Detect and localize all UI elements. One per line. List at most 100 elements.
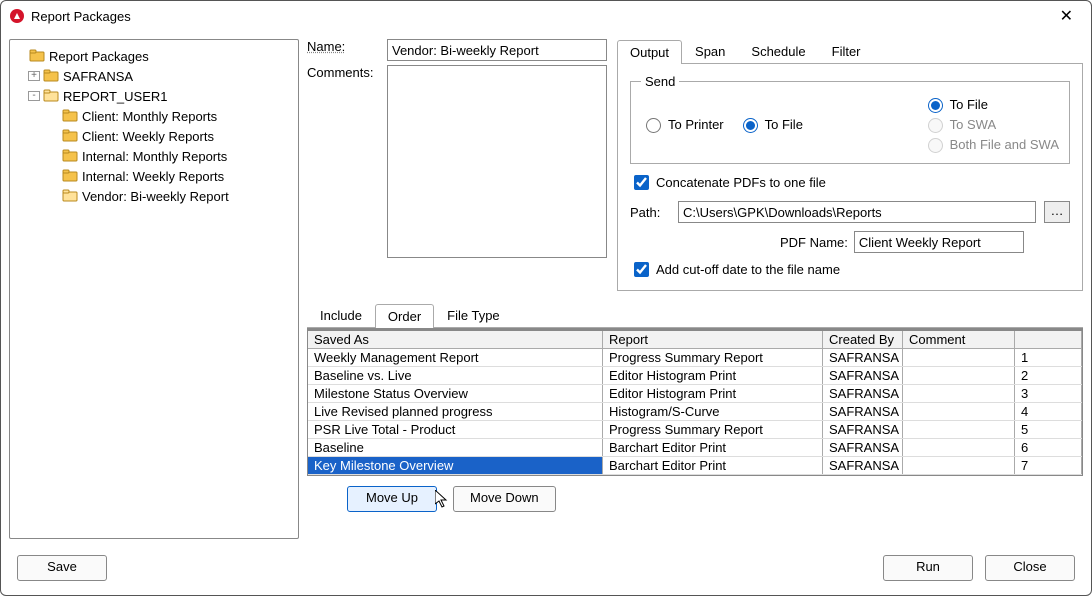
tree-leaf-label: Vendor: Bi-weekly Report xyxy=(82,189,229,204)
tree-leaf[interactable]: Internal: Monthly Reports xyxy=(14,146,294,166)
tree-root-label: Report Packages xyxy=(49,49,149,64)
table-row[interactable]: Key Milestone OverviewBarchart Editor Pr… xyxy=(308,457,1082,475)
cell-created: SAFRANSA xyxy=(823,385,903,402)
cell-created: SAFRANSA xyxy=(823,457,903,474)
tree-leaf[interactable]: Internal: Weekly Reports xyxy=(14,166,294,186)
cell-saved: Live Revised planned progress xyxy=(308,403,603,420)
lower-tabstrip: Include Order File Type xyxy=(307,303,1083,328)
table-row[interactable]: PSR Live Total - ProductProgress Summary… xyxy=(308,421,1082,439)
browse-button[interactable]: … xyxy=(1044,201,1070,223)
table-row[interactable]: Milestone Status OverviewEditor Histogra… xyxy=(308,385,1082,403)
moveup-button[interactable]: Move Up xyxy=(347,486,437,512)
comments-field[interactable] xyxy=(387,65,607,258)
cell-comment xyxy=(903,403,1015,420)
cell-created: SAFRANSA xyxy=(823,403,903,420)
cell-report: Barchart Editor Print xyxy=(603,457,823,474)
radio-to-file-left[interactable]: To File xyxy=(738,115,803,133)
cell-n: 4 xyxy=(1015,403,1082,420)
path-label: Path: xyxy=(630,205,670,220)
cell-report: Editor Histogram Print xyxy=(603,367,823,384)
cell-saved: Baseline vs. Live xyxy=(308,367,603,384)
radio-to-swa[interactable]: To SWA xyxy=(923,115,1059,133)
cell-saved: Milestone Status Overview xyxy=(308,385,603,402)
movedown-button[interactable]: Move Down xyxy=(453,486,556,512)
order-grid[interactable]: Saved As Report Created By Comment Weekl… xyxy=(307,328,1083,476)
cell-saved: Key Milestone Overview xyxy=(308,457,603,474)
tree-leaf[interactable]: Client: Weekly Reports xyxy=(14,126,294,146)
app-icon xyxy=(9,8,25,24)
tab-include[interactable]: Include xyxy=(307,303,375,327)
close-button[interactable]: Close xyxy=(985,555,1075,581)
chk-cutoff[interactable]: Add cut-off date to the file name xyxy=(630,259,840,280)
tab-filetype[interactable]: File Type xyxy=(434,303,513,327)
path-field[interactable] xyxy=(678,201,1036,223)
name-field[interactable] xyxy=(387,39,607,61)
tree-panel: Report Packages + SAFRANSA - REPORT_USER… xyxy=(9,39,299,539)
tree-node[interactable]: - REPORT_USER1 xyxy=(14,86,294,106)
run-button[interactable]: Run xyxy=(883,555,973,581)
cell-report: Barchart Editor Print xyxy=(603,439,823,456)
cell-n: 5 xyxy=(1015,421,1082,438)
cell-report: Progress Summary Report xyxy=(603,421,823,438)
tree-leaf[interactable]: Client: Monthly Reports xyxy=(14,106,294,126)
tree-leaf[interactable]: Vendor: Bi-weekly Report xyxy=(14,186,294,206)
cell-comment xyxy=(903,367,1015,384)
window-title: Report Packages xyxy=(31,9,1050,24)
cell-saved: PSR Live Total - Product xyxy=(308,421,603,438)
folder-icon xyxy=(62,129,78,143)
col-report[interactable]: Report xyxy=(603,331,823,348)
radio-to-printer[interactable]: To Printer xyxy=(641,115,724,133)
cell-n: 2 xyxy=(1015,367,1082,384)
tab-schedule[interactable]: Schedule xyxy=(738,39,818,63)
tree-node[interactable]: + SAFRANSA xyxy=(14,66,294,86)
radio-to-file-right[interactable]: To File xyxy=(923,95,1059,113)
folder-icon xyxy=(62,109,78,123)
chk-concatenate[interactable]: Concatenate PDFs to one file xyxy=(630,172,826,193)
save-button[interactable]: Save xyxy=(17,555,107,581)
tree-leaf-label: Client: Monthly Reports xyxy=(82,109,217,124)
tree-leaf-label: Internal: Weekly Reports xyxy=(82,169,224,184)
cell-comment xyxy=(903,439,1015,456)
folder-open-icon xyxy=(43,89,59,103)
tree-root[interactable]: Report Packages xyxy=(14,46,294,66)
folder-icon xyxy=(43,69,59,83)
cell-n: 6 xyxy=(1015,439,1082,456)
pdfname-field[interactable] xyxy=(854,231,1024,253)
expand-icon[interactable]: + xyxy=(28,71,40,81)
tab-order[interactable]: Order xyxy=(375,304,434,328)
cell-created: SAFRANSA xyxy=(823,439,903,456)
titlebar: Report Packages ✕ xyxy=(1,1,1091,31)
tab-output[interactable]: Output xyxy=(617,40,682,64)
table-row[interactable]: Weekly Management ReportProgress Summary… xyxy=(308,349,1082,367)
tab-span[interactable]: Span xyxy=(682,39,738,63)
col-saved[interactable]: Saved As xyxy=(308,331,603,348)
table-row[interactable]: Live Revised planned progressHistogram/S… xyxy=(308,403,1082,421)
send-legend: Send xyxy=(641,74,679,89)
cell-report: Progress Summary Report xyxy=(603,349,823,366)
cell-report: Editor Histogram Print xyxy=(603,385,823,402)
output-panel: Output Span Schedule Filter Send To Prin… xyxy=(617,39,1083,291)
table-row[interactable]: Baseline vs. LiveEditor Histogram PrintS… xyxy=(308,367,1082,385)
close-icon[interactable]: ✕ xyxy=(1050,2,1083,30)
cell-saved: Baseline xyxy=(308,439,603,456)
cursor-icon xyxy=(435,490,451,510)
cell-created: SAFRANSA xyxy=(823,421,903,438)
form-panel: Name: Comments: xyxy=(307,39,607,291)
cell-report: Histogram/S-Curve xyxy=(603,403,823,420)
cell-n: 7 xyxy=(1015,457,1082,474)
cell-comment xyxy=(903,385,1015,402)
radio-both[interactable]: Both File and SWA xyxy=(923,135,1059,153)
collapse-icon[interactable]: - xyxy=(28,91,40,101)
cell-comment xyxy=(903,457,1015,474)
col-comment[interactable]: Comment xyxy=(903,331,1015,348)
col-created[interactable]: Created By xyxy=(823,331,903,348)
tree-leaf-label: Client: Weekly Reports xyxy=(82,129,214,144)
table-row[interactable]: BaselineBarchart Editor PrintSAFRANSA 6 xyxy=(308,439,1082,457)
cell-created: SAFRANSA xyxy=(823,349,903,366)
cell-comment xyxy=(903,349,1015,366)
col-n[interactable] xyxy=(1015,331,1082,348)
tree-node-label: SAFRANSA xyxy=(63,69,133,84)
cell-comment xyxy=(903,421,1015,438)
tab-filter[interactable]: Filter xyxy=(819,39,874,63)
pdfname-label: PDF Name: xyxy=(780,235,848,250)
